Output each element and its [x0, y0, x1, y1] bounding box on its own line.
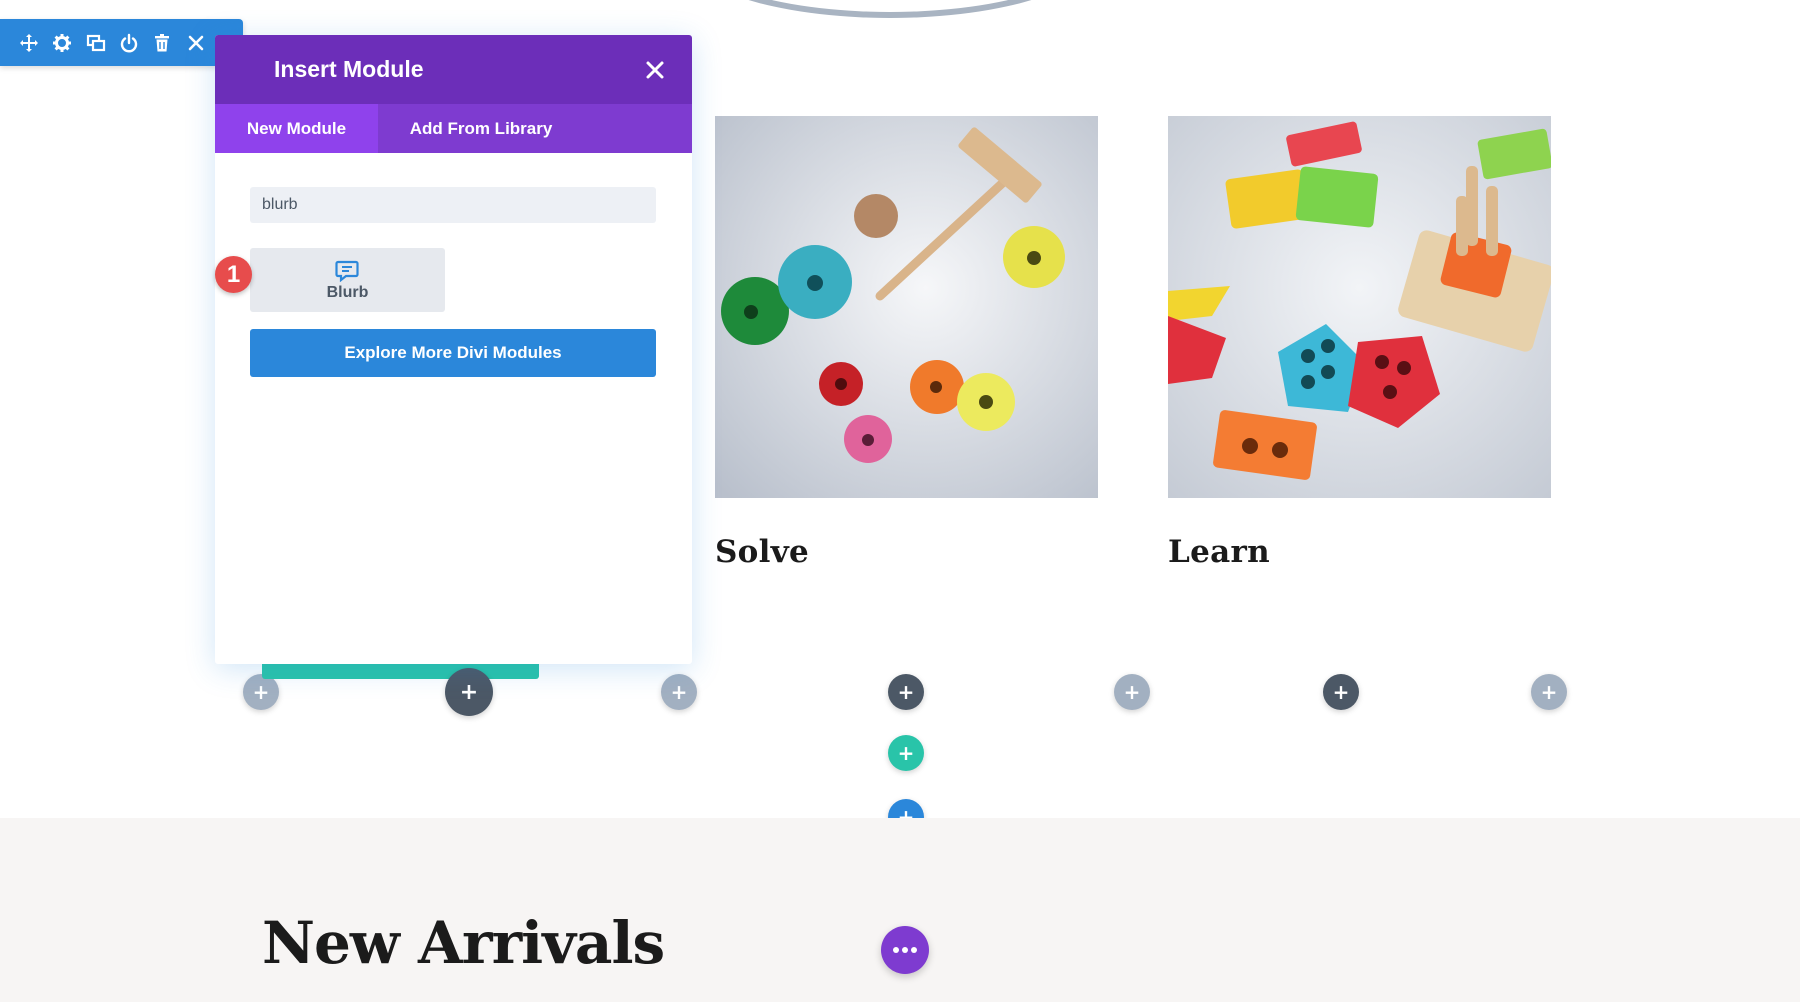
ellipsis-icon — [893, 947, 917, 953]
modal-header: Insert Module — [215, 35, 692, 104]
add-column-button[interactable]: + — [1323, 674, 1359, 710]
add-module-button[interactable]: + — [1531, 674, 1567, 710]
modal-close-button[interactable] — [642, 57, 668, 83]
modal-tabs: New Module Add From Library — [215, 104, 692, 153]
decorative-arc — [680, 0, 1100, 18]
trash-icon[interactable] — [149, 30, 175, 56]
close-icon[interactable] — [183, 30, 209, 56]
add-module-button[interactable]: + — [661, 674, 697, 710]
module-outline-bar — [262, 664, 539, 679]
insert-module-modal: Insert Module New Module Add From Librar… — [215, 35, 692, 664]
column-title: Learn — [1168, 534, 1270, 570]
gear-icon[interactable] — [49, 30, 75, 56]
page-settings-button[interactable] — [881, 926, 929, 974]
move-icon[interactable] — [16, 30, 42, 56]
close-icon — [646, 61, 664, 79]
module-option-blurb[interactable]: Blurb — [250, 248, 445, 312]
duplicate-icon[interactable] — [83, 30, 109, 56]
explore-more-modules-button[interactable]: Explore More Divi Modules — [250, 329, 656, 377]
step-badge: 1 — [215, 256, 252, 293]
add-module-button[interactable]: + — [243, 674, 279, 710]
modal-title: Insert Module — [274, 56, 424, 82]
module-option-label: Blurb — [326, 284, 369, 301]
tab-new-module[interactable]: New Module — [215, 104, 378, 153]
section-toolbar — [0, 19, 243, 66]
column-title: Solve — [715, 534, 810, 570]
module-search-input[interactable] — [250, 187, 656, 223]
power-icon[interactable] — [116, 30, 142, 56]
learn-image — [1168, 116, 1551, 498]
add-module-button-active[interactable]: + — [445, 668, 493, 716]
add-module-button[interactable]: + — [1114, 674, 1150, 710]
add-column-button[interactable]: + — [888, 674, 924, 710]
add-row-button[interactable]: + — [888, 735, 924, 771]
tab-add-from-library[interactable]: Add From Library — [378, 104, 584, 153]
chat-bubble-icon — [335, 260, 359, 282]
section-heading: New Arrivals — [262, 909, 665, 977]
solve-image — [715, 116, 1098, 498]
